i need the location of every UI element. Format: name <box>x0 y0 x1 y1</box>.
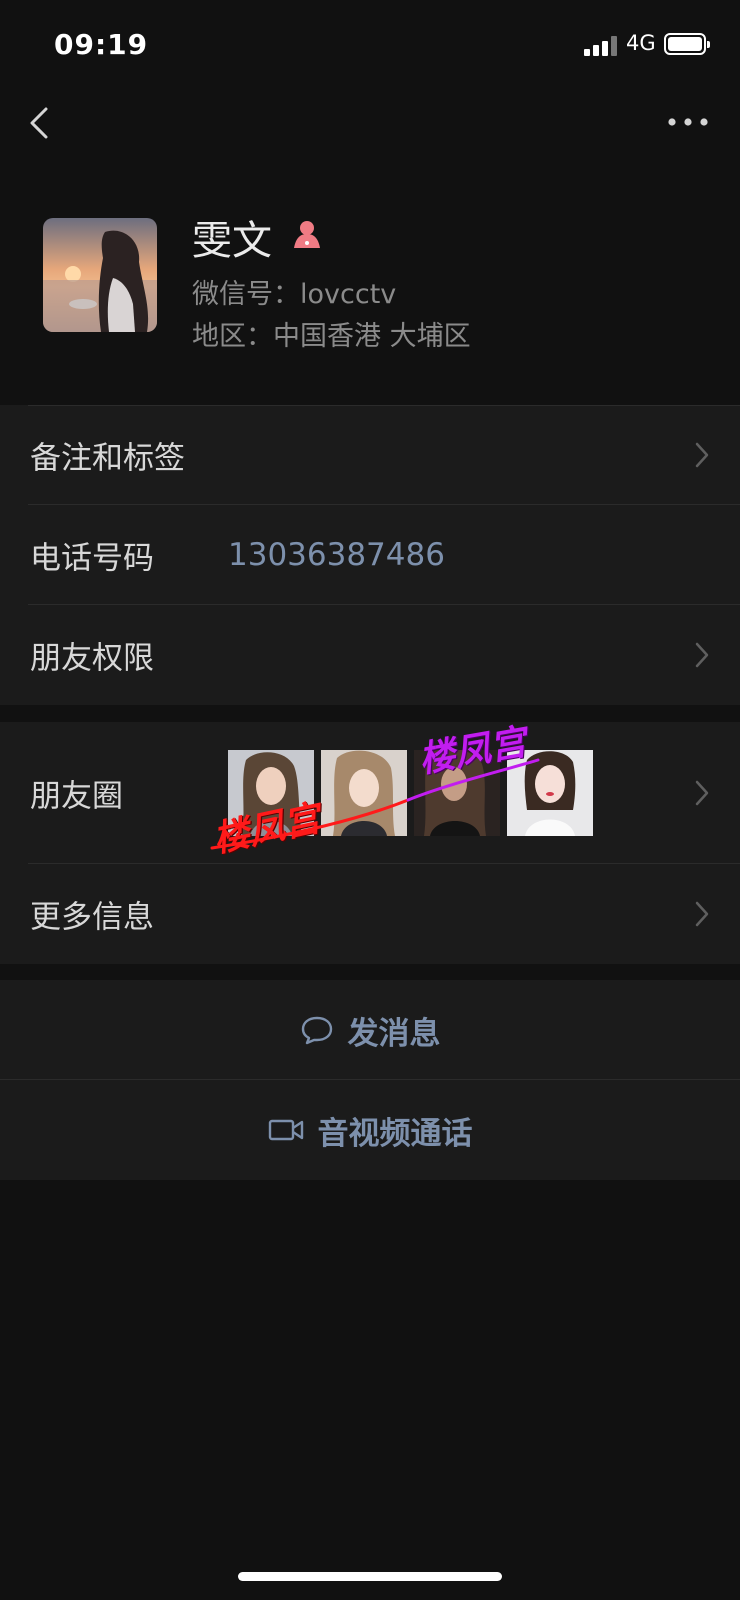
region: 地区：中国香港 大埔区 <box>192 321 471 352</box>
remarks-tags-label: 备注和标签 <box>30 440 185 477</box>
chevron-right-icon <box>695 442 709 468</box>
video-camera-icon <box>268 1119 303 1141</box>
more-icon[interactable] <box>666 110 710 134</box>
signal-icon <box>584 36 618 56</box>
battery-icon <box>664 33 710 55</box>
chevron-right-icon <box>695 901 709 927</box>
chat-bubble-icon <box>301 1016 332 1045</box>
avatar[interactable] <box>43 218 157 332</box>
status-time: 09:19 <box>54 28 149 61</box>
status-bar: 09:19 4G <box>0 0 740 90</box>
chevron-right-icon <box>695 780 709 806</box>
profile-name: 雯文 <box>192 218 272 264</box>
actions-section: 发消息 音视频通话 <box>0 980 740 1180</box>
video-call-button[interactable]: 音视频通话 <box>0 1080 740 1180</box>
info-section: 备注和标签 电话号码 13036387486 朋友权限 <box>0 405 740 705</box>
video-call-label: 音视频通话 <box>317 1115 473 1152</box>
profile-header: 雯文 微信号：lovcctv 地区：中国香港 大埔区 <box>0 190 740 405</box>
more-info-label: 更多信息 <box>30 899 154 936</box>
remarks-tags-row[interactable]: 备注和标签 <box>0 405 740 505</box>
watermark-stroke <box>210 758 540 850</box>
phone-label: 电话号码 <box>30 540 154 577</box>
send-message-label: 发消息 <box>347 1015 441 1052</box>
nav-bar <box>0 90 740 160</box>
female-icon <box>294 221 320 248</box>
friend-permissions-row[interactable]: 朋友权限 <box>0 605 740 705</box>
friend-permissions-label: 朋友权限 <box>30 640 154 677</box>
more-info-row[interactable]: 更多信息 <box>0 864 740 964</box>
network-type: 4G <box>626 31 656 55</box>
send-message-button[interactable]: 发消息 <box>0 980 740 1080</box>
chevron-right-icon <box>695 642 709 668</box>
moments-label: 朋友圈 <box>30 778 123 815</box>
phone-row: 电话号码 13036387486 <box>0 505 740 605</box>
phone-number-link[interactable]: 13036387486 <box>228 537 445 573</box>
wechat-id: 微信号：lovcctv <box>192 279 397 310</box>
back-icon[interactable] <box>24 106 58 140</box>
home-indicator[interactable] <box>238 1572 502 1581</box>
